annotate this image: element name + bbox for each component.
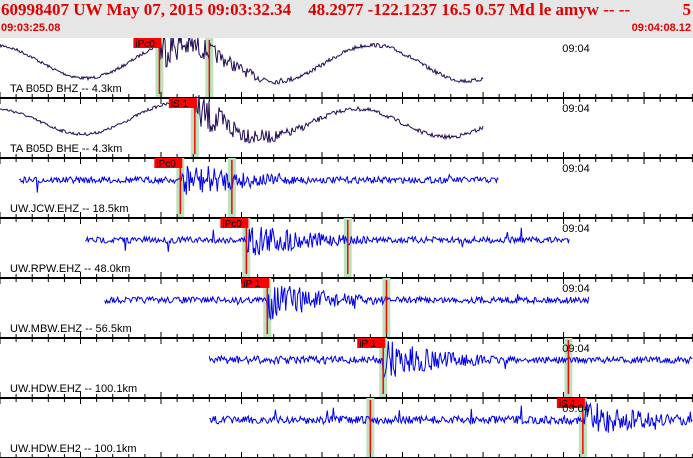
minute-label: 09:04: [562, 43, 590, 55]
waveform-trace: [105, 286, 589, 319]
window-end-time: 09:04:08.12: [632, 22, 691, 34]
station-label: TA B05D BHZ -- 4.3km: [10, 83, 122, 95]
seismogram-panel[interactable]: iPc0 09:04 TA B05D BHZ -- 4.3km iS 1 09:04 TA…: [0, 38, 693, 458]
station-label: UW.MBW.EHZ -- 56.5km: [10, 323, 132, 335]
station-label: UW.RPW.EHZ -- 48.0km: [10, 263, 130, 275]
pick-label: iPc0: [222, 219, 242, 230]
station-label: UW.HDW.EH2 -- 100.1km: [10, 443, 137, 455]
station-label: UW.JCW.EHZ -- 18.5km: [10, 203, 129, 215]
waveform-trace: [209, 341, 692, 378]
pick-label: iPc0: [135, 39, 155, 50]
waveform-trace: [19, 166, 498, 195]
station-label: TA B05D BHE -- 4.3km: [10, 143, 122, 155]
waveform-trace: [85, 227, 569, 255]
minute-label: 09:04: [562, 223, 590, 235]
event-summary: 60998407 UW May 07, 2015 09:03:32.34 48.…: [1, 0, 630, 20]
window-start-time: 09:03:25.08: [1, 22, 60, 34]
minute-label: 09:04: [562, 343, 590, 355]
minute-label: 09:04: [562, 403, 590, 415]
pick-label: iS 1: [171, 99, 189, 110]
waveform-trace: [209, 402, 692, 433]
waveform-trace: [0, 38, 483, 84]
pick-label: iP 1: [359, 339, 376, 350]
minute-label: 09:04: [562, 103, 590, 115]
pick-label: iP 1: [243, 279, 260, 290]
event-count: 5: [683, 0, 692, 20]
minute-label: 09:04: [562, 283, 590, 295]
station-label: UW.HDW.EHZ -- 100.1km: [10, 383, 137, 395]
pick-label: iPc0: [156, 159, 176, 170]
minute-label: 09:04: [562, 163, 590, 175]
event-header: 60998407 UW May 07, 2015 09:03:32.34 48.…: [0, 0, 693, 38]
